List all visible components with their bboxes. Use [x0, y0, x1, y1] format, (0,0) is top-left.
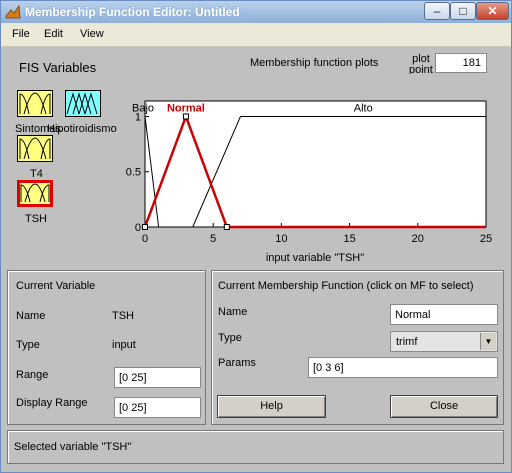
mf-type-dropdown[interactable]: trimf ▼	[390, 331, 498, 352]
type-label: Type	[16, 339, 40, 351]
mf-label[interactable]: Bajo	[132, 102, 154, 114]
display-range-label: Display Range	[16, 397, 88, 409]
mf-label[interactable]: Normal	[167, 102, 205, 114]
y-tick-label: 0.5	[126, 167, 141, 179]
menu-bar: File Edit View	[1, 23, 511, 47]
mf-vertex-handle[interactable]	[182, 113, 189, 120]
display-range-input[interactable]: [0 25]	[114, 397, 201, 418]
mf-vertex-handle[interactable]	[142, 224, 148, 230]
mf-name-label: Name	[218, 306, 248, 318]
x-tick-label: 20	[412, 233, 424, 245]
close-icon: ✕	[487, 4, 498, 18]
x-tick-label: 15	[343, 233, 355, 245]
chevron-down-icon: ▼	[480, 333, 496, 350]
x-tick-label: 25	[480, 233, 492, 245]
current-mf-panel: Current Membership Function (click on MF…	[211, 270, 504, 425]
status-panel: Selected variable "TSH"	[7, 430, 504, 464]
figure-area: FIS Variables Sintomas Hipotiroidismo T4…	[1, 47, 511, 472]
current-mf-heading: Current Membership Function (click on MF…	[218, 280, 474, 292]
window-title: Membership Function Editor: Untitled	[25, 5, 240, 19]
mf-name-input[interactable]: Normal	[390, 304, 498, 325]
mf-plot[interactable]: 0 5 10 15 20 2500.51 Bajo AltoNormal input var…	[1, 47, 511, 267]
minimize-icon: –	[433, 4, 441, 18]
mf-params-label: Params	[218, 357, 256, 369]
mf-editor-window: Membership Function Editor: Untitled – □…	[0, 0, 512, 473]
mf-label[interactable]: Alto	[354, 102, 373, 114]
help-button[interactable]: Help	[217, 395, 326, 418]
close-button[interactable]: Close	[390, 395, 498, 418]
variable-name-value: TSH	[112, 310, 134, 322]
plot-axes-box	[144, 100, 487, 228]
status-text: Selected variable "TSH"	[14, 441, 132, 453]
y-tick-label: 0	[135, 222, 141, 234]
x-tick-label: 10	[275, 233, 287, 245]
current-variable-panel: Current Variable Name TSH Type input Ran…	[7, 270, 206, 425]
mf-type-label: Type	[218, 332, 242, 344]
menu-edit[interactable]: Edit	[44, 28, 63, 40]
range-input[interactable]: [0 25]	[114, 367, 201, 388]
x-axis-label: input variable "TSH"	[266, 252, 364, 264]
matlab-app-icon	[5, 4, 21, 19]
mf-vertex-handle[interactable]	[223, 224, 230, 230]
maximize-button[interactable]: □	[450, 2, 476, 20]
close-window-button[interactable]: ✕	[476, 2, 509, 20]
maximize-icon: □	[459, 4, 467, 18]
mf-params-input[interactable]: [0 3 6]	[308, 357, 498, 378]
current-variable-heading: Current Variable	[16, 280, 96, 292]
range-label: Range	[16, 369, 49, 381]
mf-type-value: trimf	[396, 336, 418, 348]
variable-type-value: input	[112, 339, 136, 351]
menu-file[interactable]: File	[12, 28, 30, 40]
menu-view[interactable]: View	[80, 28, 104, 40]
x-tick-label: 5	[210, 233, 216, 245]
minimize-button[interactable]: –	[424, 2, 450, 20]
x-tick-label: 0	[142, 233, 148, 245]
title-bar[interactable]: Membership Function Editor: Untitled – □…	[1, 1, 511, 23]
name-label: Name	[16, 310, 46, 322]
